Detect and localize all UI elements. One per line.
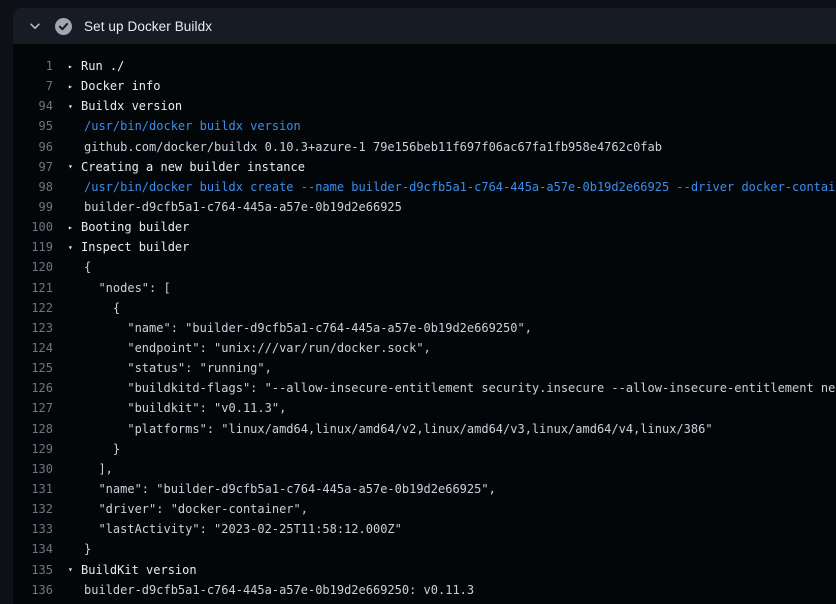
log-line[interactable]: 119 ▾ Inspect builder	[13, 237, 836, 257]
line-text: Inspect builder	[81, 240, 189, 254]
line-number[interactable]: 98	[13, 180, 53, 194]
log-line: 127 "buildkit": "v0.11.3",	[13, 398, 836, 418]
line-text: {	[84, 260, 91, 274]
line-number[interactable]: 99	[13, 200, 53, 214]
log-line: 123 "name": "builder-d9cfb5a1-c764-445a-…	[13, 318, 836, 338]
line-number[interactable]: 126	[13, 381, 53, 395]
line-text: Creating a new builder instance	[81, 160, 305, 174]
line-number[interactable]: 1	[13, 59, 53, 73]
line-number[interactable]: 97	[13, 160, 53, 174]
line-text: github.com/docker/buildx 0.10.3+azure-1 …	[84, 140, 662, 154]
line-number[interactable]: 136	[13, 583, 53, 597]
log-line[interactable]: 1 ▸ Run ./	[13, 56, 836, 76]
log-body: 1 ▸ Run ./ 7 ▸ Docker info 94 ▾ Buildx v…	[13, 44, 836, 604]
line-text: "lastActivity": "2023-02-25T11:58:12.000…	[84, 522, 402, 536]
group-toggle-icon: ▾	[68, 243, 81, 252]
line-text: BuildKit version	[81, 563, 197, 577]
log-line: 120 {	[13, 257, 836, 277]
line-number[interactable]: 123	[13, 321, 53, 335]
line-number[interactable]: 129	[13, 442, 53, 456]
line-text: "platforms": "linux/amd64,linux/amd64/v2…	[84, 422, 713, 436]
line-text: "buildkit": "v0.11.3",	[84, 401, 286, 415]
log-line: 131 "name": "builder-d9cfb5a1-c764-445a-…	[13, 479, 836, 499]
line-text: }	[84, 442, 120, 456]
line-number[interactable]: 131	[13, 482, 53, 496]
line-number[interactable]: 130	[13, 462, 53, 476]
group-toggle-icon: ▸	[68, 62, 81, 71]
line-text: }	[84, 542, 91, 556]
log-line: 136 builder-d9cfb5a1-c764-445a-a57e-0b19…	[13, 580, 836, 600]
group-toggle-icon: ▾	[68, 565, 81, 574]
line-text: {	[84, 301, 120, 315]
line-number[interactable]: 135	[13, 563, 53, 577]
log-line: 129 }	[13, 439, 836, 459]
line-number[interactable]: 133	[13, 522, 53, 536]
log-line: 99 builder-d9cfb5a1-c764-445a-a57e-0b19d…	[13, 197, 836, 217]
line-number[interactable]: 121	[13, 281, 53, 295]
group-toggle-icon: ▾	[68, 162, 81, 171]
line-text: ],	[84, 462, 113, 476]
log-line: 96 github.com/docker/buildx 0.10.3+azure…	[13, 137, 836, 157]
log-line[interactable]: 135 ▾ BuildKit version	[13, 560, 836, 580]
check-circle-icon	[55, 18, 72, 35]
log-line: 124 "endpoint": "unix:///var/run/docker.…	[13, 338, 836, 358]
log-line[interactable]: 94 ▾ Buildx version	[13, 96, 836, 116]
line-text: "status": "running",	[84, 361, 272, 375]
step-log-panel: Set up Docker Buildx 1 ▸ Run ./ 7 ▸ Dock…	[13, 8, 836, 604]
line-number[interactable]: 120	[13, 260, 53, 274]
group-toggle-icon: ▾	[68, 102, 81, 111]
line-text: /usr/bin/docker buildx create --name bui…	[84, 180, 836, 194]
line-number[interactable]: 128	[13, 422, 53, 436]
log-line[interactable]: 100 ▸ Booting builder	[13, 217, 836, 237]
line-text: "nodes": [	[84, 281, 171, 295]
step-title: Set up Docker Buildx	[84, 19, 212, 34]
line-text: "driver": "docker-container",	[84, 502, 308, 516]
line-text: "name": "builder-d9cfb5a1-c764-445a-a57e…	[84, 321, 532, 335]
log-line: 130 ],	[13, 459, 836, 479]
log-line: 134 }	[13, 539, 836, 559]
line-text: "endpoint": "unix:///var/run/docker.sock…	[84, 341, 431, 355]
log-line: 128 "platforms": "linux/amd64,linux/amd6…	[13, 419, 836, 439]
line-number[interactable]: 7	[13, 79, 53, 93]
line-number[interactable]: 127	[13, 401, 53, 415]
line-text: Booting builder	[81, 220, 189, 234]
line-text: Docker info	[81, 79, 160, 93]
group-toggle-icon: ▸	[68, 82, 81, 91]
log-line: 125 "status": "running",	[13, 358, 836, 378]
line-text: builder-d9cfb5a1-c764-445a-a57e-0b19d2e6…	[84, 200, 402, 214]
line-text: "name": "builder-d9cfb5a1-c764-445a-a57e…	[84, 482, 496, 496]
line-number[interactable]: 134	[13, 542, 53, 556]
line-text: builder-d9cfb5a1-c764-445a-a57e-0b19d2e6…	[84, 583, 474, 597]
line-number[interactable]: 132	[13, 502, 53, 516]
line-text: "buildkitd-flags": "--allow-insecure-ent…	[84, 381, 836, 395]
log-line: 122 {	[13, 298, 836, 318]
log-line: 133 "lastActivity": "2023-02-25T11:58:12…	[13, 519, 836, 539]
log-line: 121 "nodes": [	[13, 278, 836, 298]
group-toggle-icon: ▸	[68, 223, 81, 232]
log-line: 132 "driver": "docker-container",	[13, 499, 836, 519]
log-line[interactable]: 97 ▾ Creating a new builder instance	[13, 157, 836, 177]
chevron-down-icon[interactable]	[28, 19, 42, 33]
line-number[interactable]: 119	[13, 240, 53, 254]
line-number[interactable]: 96	[13, 140, 53, 154]
step-header[interactable]: Set up Docker Buildx	[13, 8, 836, 44]
line-number[interactable]: 95	[13, 119, 53, 133]
line-text: Run ./	[81, 59, 124, 73]
line-number[interactable]: 100	[13, 220, 53, 234]
line-number[interactable]: 122	[13, 301, 53, 315]
log-line[interactable]: 7 ▸ Docker info	[13, 76, 836, 96]
log-line: 95 /usr/bin/docker buildx version	[13, 116, 836, 136]
line-number[interactable]: 94	[13, 99, 53, 113]
line-text: /usr/bin/docker buildx version	[84, 119, 301, 133]
line-text: Buildx version	[81, 99, 182, 113]
line-number[interactable]: 125	[13, 361, 53, 375]
log-line: 98 /usr/bin/docker buildx create --name …	[13, 177, 836, 197]
line-number[interactable]: 124	[13, 341, 53, 355]
log-line: 126 "buildkitd-flags": "--allow-insecure…	[13, 378, 836, 398]
